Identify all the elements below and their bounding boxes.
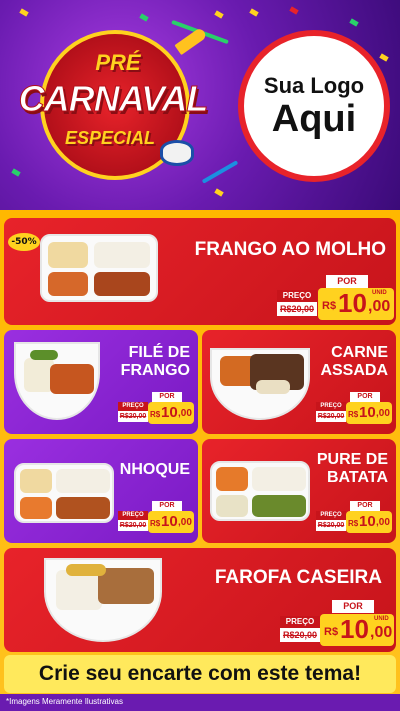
item-card-nhoque[interactable]: NHOQUE POR PREÇO R$20,00 R$ 10 ,00 [4, 439, 198, 543]
price-dec: ,00 [370, 624, 393, 641]
por-label: POR [332, 600, 374, 613]
preco-label: PREÇO [316, 511, 346, 520]
price-tag: R$ 10 ,00 [148, 402, 194, 424]
item-card-file-de-frango[interactable]: FILÉ DE FRANGO POR PREÇO R$20,00 R$ 10 ,… [4, 330, 198, 434]
item-name-line1: CARNE [331, 344, 388, 361]
confetti [11, 168, 21, 177]
por-label: POR [326, 275, 368, 288]
disclaimer-text: *Imagens Meramente Ilustrativas [6, 697, 123, 706]
price-int: 10 [161, 404, 178, 421]
old-price: R$20,00 [280, 628, 320, 642]
item-name-line2: ASSADA [320, 361, 388, 379]
price-dec: ,00 [376, 408, 390, 419]
badge-especial-text: ESPECIAL [64, 128, 156, 148]
currency: R$ [322, 300, 337, 312]
price-int: 10 [359, 513, 376, 530]
confetti [349, 18, 359, 27]
item-card-frango-ao-molho[interactable]: FRANGO AO MOLHO POR PREÇO R$20,00 R$ 10 … [4, 218, 396, 325]
confetti [289, 6, 299, 15]
price-dec: ,00 [368, 298, 391, 315]
preco-label: PREÇO [277, 290, 317, 302]
old-price: R$20,00 [277, 302, 317, 316]
item-name: NHOQUE [119, 461, 190, 478]
price-tag: R$ 10 ,00 [346, 402, 392, 424]
old-price: R$20,00 [118, 411, 148, 422]
old-price: R$20,00 [316, 520, 346, 531]
badge-carnaval-text: CARNAVAL [18, 78, 209, 120]
food-bowl-icon [44, 558, 162, 642]
currency: R$ [348, 410, 359, 419]
confetti [249, 8, 259, 17]
item-name-line1: PURE DE [316, 451, 388, 468]
item-name-line2: BATATA [326, 468, 388, 486]
price-dec: ,00 [376, 517, 390, 528]
item-name: FILÉ DE FRANGO [121, 344, 190, 379]
streamer [201, 160, 239, 184]
price-int: 10 [338, 288, 367, 318]
confetti [214, 10, 224, 19]
unid: UNID [374, 616, 389, 622]
discount-badge: -50% [8, 233, 40, 251]
price-tag: R$ 10 ,00 [346, 511, 392, 533]
item-card-carne-assada[interactable]: CARNE ASSADA POR PREÇO R$20,00 R$ 10 ,00 [202, 330, 396, 434]
item-name: FRANGO AO MOLHO [194, 239, 386, 260]
drum-icon [160, 140, 194, 166]
confetti [214, 188, 224, 197]
price-int: 10 [161, 513, 178, 530]
confetti [139, 13, 149, 22]
old-price: R$20,00 [316, 411, 346, 422]
food-bowl-icon [14, 342, 100, 420]
preco-label: PREÇO [316, 402, 346, 411]
price-int: 10 [340, 614, 369, 644]
item-card-pure-de-batata[interactable]: PURE DE BATATA POR PREÇO R$20,00 R$ 10 ,… [202, 439, 396, 543]
por-label: POR [350, 392, 380, 402]
confetti [19, 8, 29, 17]
por-label: POR [152, 501, 182, 511]
price-tag: R$ 10 ,00 UNID [320, 614, 394, 646]
cta-banner[interactable]: Crie seu encarte com este tema! [4, 655, 396, 693]
unid: UNID [372, 290, 387, 296]
badge-pre-text: PRÉ [95, 50, 141, 75]
currency: R$ [150, 519, 161, 528]
food-tray-icon [210, 461, 310, 521]
confetti [379, 53, 389, 62]
food-tray-icon [14, 463, 114, 523]
price-dec: ,00 [178, 408, 192, 419]
currency: R$ [324, 626, 339, 638]
price-tag: R$ 10 ,00 UNID [318, 288, 394, 320]
price-dec: ,00 [178, 517, 192, 528]
logo-line2: Aqui [271, 98, 357, 140]
logo-placeholder: Sua Logo Aqui [238, 30, 390, 182]
item-name: PURE DE BATATA [317, 451, 388, 486]
item-name-line2: FRANGO [120, 361, 190, 379]
old-price: R$20,00 [118, 520, 148, 531]
food-tray-icon [40, 234, 158, 302]
currency: R$ [150, 410, 161, 419]
item-name: FAROFA CASEIRA [214, 567, 382, 588]
item-name-line1: FILÉ DE [128, 344, 190, 361]
price-int: 10 [359, 404, 376, 421]
preco-label: PREÇO [280, 616, 320, 628]
preco-label: PREÇO [118, 511, 148, 520]
price-tag: R$ 10 ,00 [148, 511, 194, 533]
food-bowl-icon [210, 348, 310, 420]
header-banner: PRÉ CARNAVAL ESPECIAL Sua Logo Aqui [0, 0, 400, 215]
preco-label: PREÇO [118, 402, 148, 411]
currency: R$ [348, 519, 359, 528]
item-name: CARNE ASSADA [320, 344, 388, 379]
por-label: POR [350, 501, 380, 511]
item-card-farofa-caseira[interactable]: FAROFA CASEIRA POR PREÇO R$20,00 R$ 10 ,… [4, 548, 396, 652]
por-label: POR [152, 392, 182, 402]
logo-line1: Sua Logo [263, 73, 365, 98]
